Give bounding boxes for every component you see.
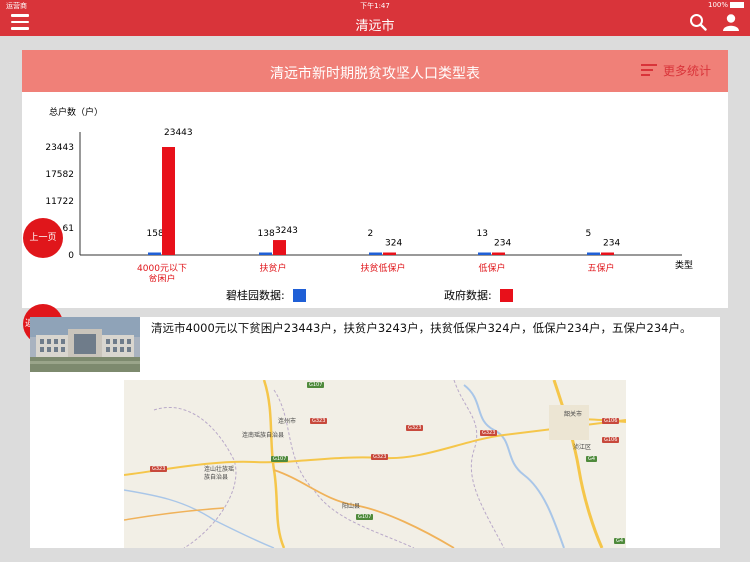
- map-label-liannan: 连南瑶族自治县: [242, 432, 285, 439]
- road-badge: G323: [150, 466, 168, 472]
- y-tick-label: 23443: [45, 143, 74, 153]
- data-label: 13: [477, 229, 488, 239]
- legend-swatch-gov: [499, 288, 513, 302]
- nav-bar: 清远市: [0, 10, 750, 36]
- region-map[interactable]: 连州市 连南瑶族自治县 连山壮族瑶族自治县 阳山县 韶关市 浈江区 G107 G…: [124, 380, 626, 548]
- chart-title: 清远市新时期脱贫攻坚人口类型表: [270, 66, 480, 82]
- map-label-shaoguan: 韶关市: [564, 411, 583, 418]
- bar-bgy: [369, 252, 382, 255]
- y-tick-label: 61: [63, 224, 74, 234]
- list-icon: [641, 63, 657, 78]
- x-axis-title: 类型: [675, 259, 693, 271]
- bar-gov: [383, 252, 396, 255]
- data-label: 234: [603, 239, 620, 249]
- data-label: 138: [258, 229, 275, 239]
- status-bar: 运营商 下午1:47 100%: [0, 0, 750, 10]
- nav-title: 清远市: [355, 19, 395, 34]
- bar-gov: [162, 147, 175, 255]
- road-badge: G107: [307, 382, 325, 388]
- y-tick-label: 11722: [45, 197, 74, 207]
- road-badge: G323: [371, 454, 389, 460]
- x-tick-label: 五保户: [587, 262, 614, 274]
- more-stats-label: 更多统计: [663, 64, 712, 78]
- x-tick-label: 4000元以下: [137, 264, 187, 274]
- bar-bgy: [478, 252, 491, 255]
- bar-gov: [601, 252, 614, 255]
- building-photo: [30, 317, 140, 372]
- battery-label: 100%: [707, 1, 728, 9]
- road-badge: G323: [480, 430, 498, 436]
- search-icon[interactable]: [689, 13, 707, 31]
- map-label-zhenjiang: 浈江区: [573, 444, 592, 451]
- data-label: 23443: [164, 128, 193, 138]
- bar-chart: 总户数（户） 0 61 11722 17582 23443 类型 158 23443 4000元以…: [45, 106, 693, 282]
- bar-bgy: [587, 252, 600, 255]
- map-label-lianshan: 连山壮族瑶族自治县: [204, 466, 235, 481]
- bar-gov: [492, 252, 505, 255]
- summary-text: 清远市4000元以下贫困户23443户，扶贫户3243户，扶贫低保户324户，低…: [151, 321, 692, 335]
- bar-bgy: [148, 252, 161, 255]
- road-badge: G107: [271, 456, 289, 462]
- legend-item-bgy: 碧桂园数据:: [226, 287, 306, 303]
- legend-item-gov: 政府数据:: [444, 287, 513, 303]
- data-label: 324: [385, 239, 402, 249]
- panel-header: 清远市新时期脱贫攻坚人口类型表 更多统计: [22, 50, 728, 92]
- road-badge: G107: [356, 514, 374, 520]
- road-badge: G4: [614, 538, 626, 544]
- road-badge: G323: [310, 418, 328, 424]
- x-tick-label: 低保户: [478, 262, 505, 274]
- data-label: 2: [368, 229, 374, 239]
- map-base: [124, 380, 626, 548]
- data-label: 234: [494, 239, 511, 249]
- data-label: 3243: [275, 226, 298, 236]
- bar-bgy: [259, 252, 272, 255]
- road-badge: G323: [406, 425, 424, 431]
- x-tick-label: 贫困户: [148, 273, 175, 282]
- chart-panel: 清远市新时期脱贫攻坚人口类型表 更多统计 总户数（户） 0 61 11722 17582…: [22, 50, 728, 308]
- battery-indicator: 100%: [708, 1, 744, 9]
- content-card: 清远市4000元以下贫困户23443户，扶贫户3243户，扶贫低保户324户，低…: [30, 317, 720, 548]
- y-axis-title: 总户数（户）: [49, 106, 103, 118]
- map-label-yangshan: 阳山县: [342, 503, 361, 510]
- data-label: 5: [586, 229, 592, 239]
- legend-swatch-bgy: [292, 288, 306, 302]
- y-tick-label: 0: [68, 251, 74, 261]
- road-badge: G106: [602, 418, 620, 424]
- y-tick-label: 17582: [45, 170, 74, 180]
- data-label: 158: [147, 229, 164, 239]
- battery-icon: [730, 2, 744, 8]
- x-tick-label: 扶贫低保户: [360, 262, 405, 274]
- legend-label-gov: 政府数据:: [444, 289, 492, 302]
- user-icon[interactable]: [722, 13, 740, 31]
- legend-label-bgy: 碧桂园数据:: [226, 289, 285, 302]
- map-label-lianzhou: 连州市: [278, 418, 297, 425]
- road-badge: G106: [602, 437, 620, 443]
- more-stats-button[interactable]: 更多统计: [641, 62, 711, 79]
- road-badge: G4: [586, 456, 598, 462]
- bar-gov: [273, 240, 286, 255]
- x-tick-label: 扶贫户: [259, 262, 286, 274]
- prev-page-button[interactable]: 上一页: [23, 218, 63, 258]
